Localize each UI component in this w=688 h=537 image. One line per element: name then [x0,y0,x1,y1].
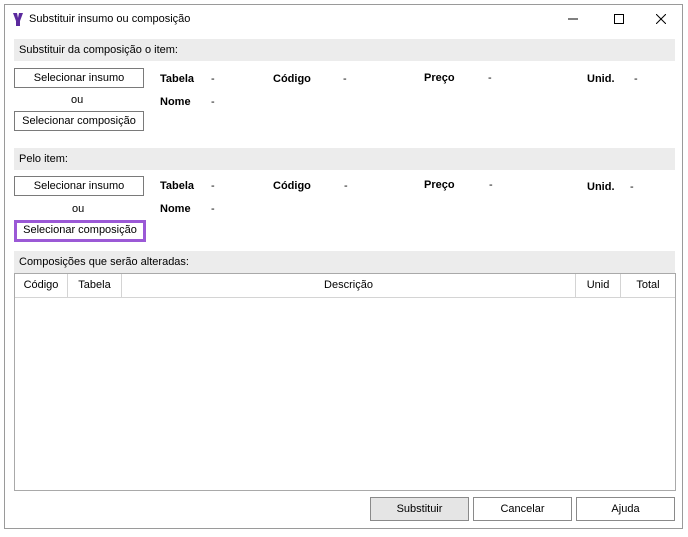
composicoes-grid[interactable]: Código Tabela Descrição Unid Total [14,273,676,491]
label-unid-1: Unid. [587,73,615,85]
label-preco-2: Preço [424,179,455,191]
value-tabela-1: - [211,73,215,85]
column-header-tabela[interactable]: Tabela [68,274,122,297]
close-icon [656,14,666,24]
ajuda-button[interactable]: Ajuda [576,497,675,521]
label-nome-2: Nome [160,203,191,215]
value-codigo-1: - [343,73,347,85]
maximize-button[interactable] [596,5,642,33]
value-codigo-2: - [344,180,348,192]
value-preco-2: - [489,179,493,191]
close-button[interactable] [638,5,684,33]
substituir-button[interactable]: Substituir [370,497,469,521]
or-label-2: ou [72,203,85,215]
label-nome-1: Nome [160,96,191,108]
label-unid-2: Unid. [587,181,615,193]
dialog-window: Substituir insumo ou composição Substitu… [4,4,683,529]
select-composicao-button-2[interactable]: Selecionar composição [14,220,146,242]
window-title: Substituir insumo ou composição [29,13,191,25]
cancelar-button[interactable]: Cancelar [473,497,572,521]
label-codigo-2: Código [273,180,311,192]
grid-header-row: Código Tabela Descrição Unid Total [15,274,675,298]
label-codigo-1: Código [273,73,311,85]
select-composicao-button-1[interactable]: Selecionar composição [14,111,144,131]
minimize-icon [568,18,578,20]
value-tabela-2: - [211,180,215,192]
column-header-codigo[interactable]: Código [15,274,68,297]
value-nome-1: - [211,96,215,108]
label-preco-1: Preço [424,72,455,84]
title-bar: Substituir insumo ou composição [5,5,682,35]
section-header-composicoes: Composições que serão alteradas: [14,251,675,273]
section-header-substituir: Substituir da composição o item: [14,39,675,61]
value-unid-2: - [630,181,634,193]
or-label-1: ou [71,94,84,106]
value-unid-1: - [634,73,638,85]
select-insumo-button-2[interactable]: Selecionar insumo [14,176,144,196]
section-header-pelo-item: Pelo item: [14,148,675,170]
column-header-descricao[interactable]: Descrição [122,274,576,297]
select-insumo-button-1[interactable]: Selecionar insumo [14,68,144,88]
column-header-total[interactable]: Total [621,274,675,297]
minimize-button[interactable] [550,5,596,33]
maximize-icon [614,14,624,24]
label-tabela-2: Tabela [160,180,195,192]
app-logo-icon [13,13,23,26]
column-header-unid[interactable]: Unid [576,274,621,297]
value-nome-2: - [211,203,215,215]
label-tabela-1: Tabela [160,73,195,85]
value-preco-1: - [488,72,492,84]
